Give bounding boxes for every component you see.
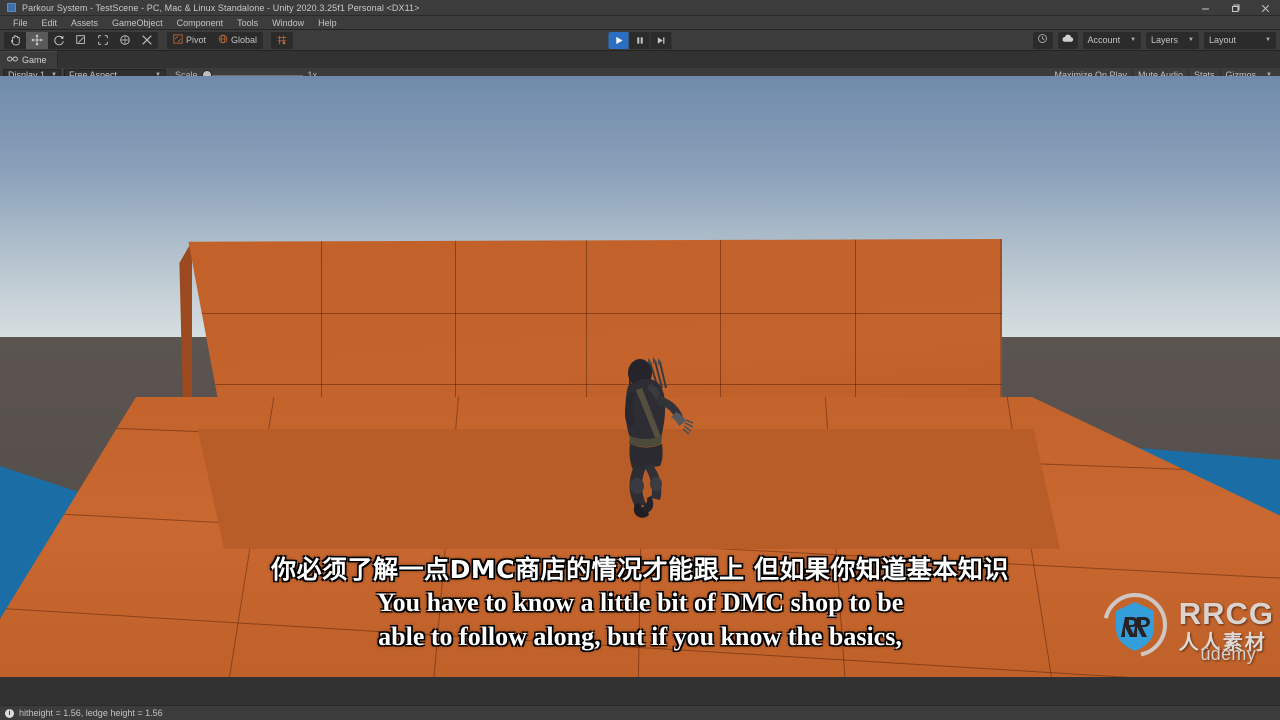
- tab-strip: Game: [0, 51, 1280, 68]
- grid-snap-button[interactable]: [271, 32, 293, 49]
- tab-game[interactable]: Game: [0, 51, 58, 68]
- window-title: Parkour System - TestScene - PC, Mac & L…: [22, 2, 420, 13]
- tab-game-label: Game: [22, 55, 47, 65]
- wall-grid-line: [188, 383, 1002, 385]
- account-dropdown[interactable]: Account ▼: [1082, 31, 1142, 49]
- hand-icon: [9, 34, 21, 46]
- transform-tools-group: [4, 31, 158, 49]
- character-silhouette: [624, 357, 694, 518]
- title-bar: Parkour System - TestScene - PC, Mac & L…: [0, 0, 1280, 16]
- layout-dropdown[interactable]: Layout ▼: [1204, 31, 1276, 49]
- wall-grid-line: [188, 312, 1002, 314]
- main-toolbar: Pivot Global Account ▼ Layers ▼ Layout ▼: [0, 30, 1280, 51]
- move-tool-button[interactable]: [26, 31, 48, 49]
- layers-label: Layers: [1151, 35, 1179, 45]
- playback-controls: [608, 31, 672, 49]
- menu-file[interactable]: File: [6, 16, 35, 30]
- cloud-button[interactable]: [1057, 31, 1078, 49]
- menu-tools[interactable]: Tools: [230, 16, 265, 30]
- custom-tool-button[interactable]: [136, 32, 158, 49]
- move-icon: [31, 34, 43, 46]
- floor-grid-line: [0, 603, 1280, 677]
- status-bar[interactable]: i hitheight = 1.56, ledge height = 1.56: [0, 705, 1280, 720]
- menu-bar: File Edit Assets GameObject Component To…: [0, 16, 1280, 30]
- globe-icon: [218, 34, 228, 46]
- rotate-tool-button[interactable]: [48, 32, 70, 49]
- collab-icon: [1037, 31, 1048, 49]
- unity-editor-window: Parkour System - TestScene - PC, Mac & L…: [0, 0, 1280, 720]
- game-viewport[interactable]: 你必须了解一点DMC商店的情况才能跟上 但如果你知道基本知识 You have …: [0, 76, 1280, 677]
- layers-dropdown[interactable]: Layers ▼: [1146, 31, 1199, 49]
- menu-edit[interactable]: Edit: [35, 16, 65, 30]
- menu-gameobject[interactable]: GameObject: [105, 16, 170, 30]
- account-label: Account: [1087, 35, 1121, 45]
- step-button[interactable]: [651, 32, 672, 49]
- pivot-icon: [173, 34, 183, 46]
- collab-button[interactable]: [1032, 31, 1053, 49]
- window-controls: [1190, 0, 1280, 16]
- menu-component[interactable]: Component: [170, 16, 231, 30]
- toolbar-right-group: Account ▼ Layers ▼ Layout ▼: [1032, 31, 1276, 49]
- game-icon: [7, 55, 18, 65]
- snap-group: [271, 31, 294, 49]
- rect-tool-button[interactable]: [92, 32, 114, 49]
- restore-button[interactable]: [1220, 0, 1250, 16]
- pivot-toggle-button[interactable]: Pivot: [167, 32, 212, 49]
- global-toggle-button[interactable]: Global: [212, 32, 263, 49]
- layout-label: Layout: [1209, 35, 1237, 45]
- play-button[interactable]: [608, 31, 630, 49]
- unity-icon: [7, 3, 16, 12]
- cloud-icon: [1061, 31, 1074, 49]
- transform-tool-button[interactable]: [114, 32, 136, 49]
- pause-button[interactable]: [630, 31, 651, 49]
- status-message: hitheight = 1.56, ledge height = 1.56: [19, 708, 163, 718]
- scale-icon: [75, 34, 87, 46]
- menu-window[interactable]: Window: [265, 16, 311, 30]
- wrench-icon: [141, 34, 153, 46]
- ninja-archer-character: [604, 344, 704, 524]
- info-icon: i: [5, 708, 14, 718]
- rect-icon: [97, 34, 109, 46]
- scale-tool-button[interactable]: [70, 32, 92, 49]
- menu-help[interactable]: Help: [311, 16, 344, 30]
- menu-assets[interactable]: Assets: [64, 16, 105, 30]
- pivot-label: Pivot: [186, 35, 207, 45]
- chevron-down-icon: ▼: [1130, 37, 1137, 43]
- transform-icon: [119, 34, 131, 46]
- grid-snap-icon: [276, 34, 288, 46]
- rotate-icon: [53, 34, 65, 46]
- pivot-space-group: Pivot Global: [167, 31, 264, 49]
- chevron-down-icon: ▼: [1265, 37, 1271, 43]
- close-button[interactable]: [1250, 0, 1280, 16]
- chevron-down-icon: ▼: [1188, 37, 1194, 43]
- minimize-button[interactable]: [1190, 0, 1220, 16]
- global-label: Global: [231, 35, 258, 45]
- hand-tool-button[interactable]: [4, 32, 26, 49]
